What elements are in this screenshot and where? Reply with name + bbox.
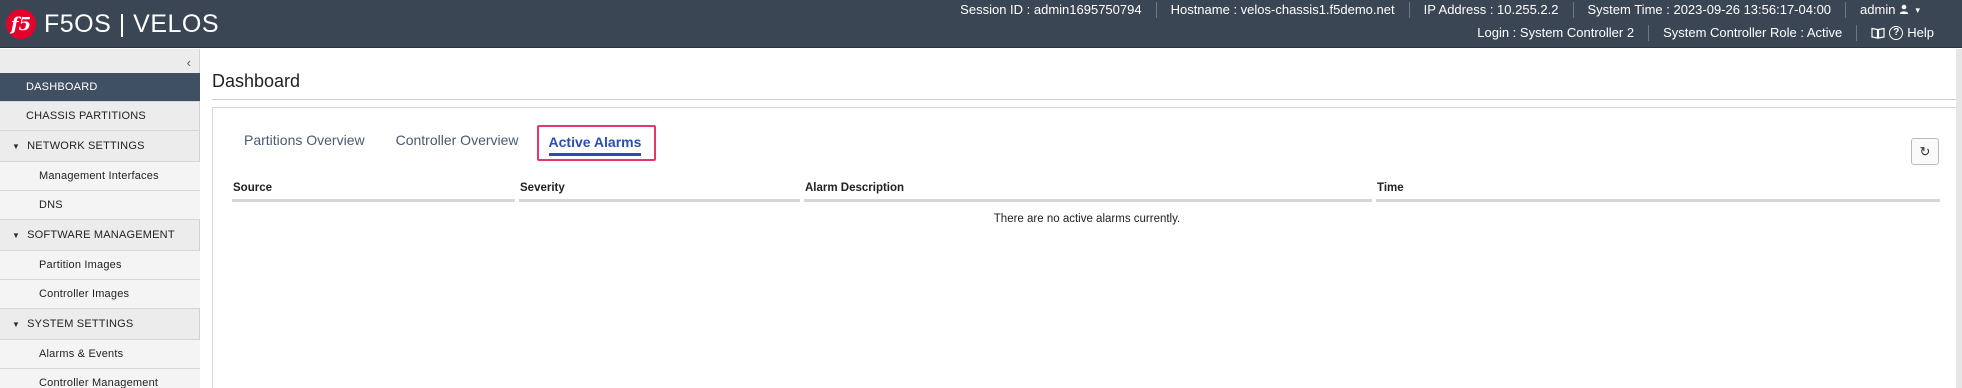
dashboard-tabs: Partitions Overview Controller Overview … bbox=[231, 125, 661, 164]
sidebar-item-controller-management[interactable]: Controller Management bbox=[0, 369, 200, 388]
sidebar-item-partition-images[interactable]: Partition Images bbox=[0, 251, 200, 280]
main-content: Dashboard Partitions Overview Controller… bbox=[201, 49, 1962, 388]
column-header-severity[interactable]: Severity bbox=[519, 181, 800, 202]
user-icon bbox=[1899, 2, 1909, 18]
documentation-button[interactable]: ? Help bbox=[1857, 25, 1948, 41]
column-header-alarm-description[interactable]: Alarm Description bbox=[804, 181, 1372, 202]
sidebar-item-label: Management Interfaces bbox=[39, 170, 159, 182]
column-header-source[interactable]: Source bbox=[232, 181, 515, 202]
caret-down-icon: ▼ bbox=[12, 319, 21, 329]
dashboard-card: Partitions Overview Controller Overview … bbox=[212, 107, 1957, 388]
tab-label: Active Alarms bbox=[548, 134, 642, 150]
title-divider bbox=[212, 99, 1957, 100]
system-time: System Time : 2023-09-26 13:56:17-04:00 bbox=[1574, 2, 1847, 18]
sidebar-item-alarms-events[interactable]: Alarms & Events bbox=[0, 340, 200, 369]
controller-role: System Controller Role : Active bbox=[1649, 25, 1858, 41]
sidebar-item-label: SYSTEM SETTINGS bbox=[27, 318, 134, 330]
help-icon: ? bbox=[1889, 26, 1904, 40]
tab-label: Partitions Overview bbox=[244, 132, 365, 148]
sidebar-item-label: Alarms & Events bbox=[39, 348, 124, 360]
page-title: Dashboard bbox=[212, 71, 301, 91]
hostname: Hostname : velos-chassis1.f5demo.net bbox=[1157, 2, 1410, 18]
sidebar-item-label: CHASSIS PARTITIONS bbox=[26, 110, 146, 122]
empty-table-message: There are no active alarms currently. bbox=[993, 213, 1181, 225]
sidebar: ‹ DASHBOARD CHASSIS PARTITIONS ▼ NETWORK … bbox=[0, 49, 200, 388]
column-header-time[interactable]: Time bbox=[1376, 181, 1940, 202]
sidebar-item-chassis-partitions[interactable]: CHASSIS PARTITIONS bbox=[0, 102, 200, 131]
brand[interactable]: f5 F5OS | VELOS bbox=[6, 9, 219, 39]
caret-down-icon: ▼ bbox=[12, 230, 21, 240]
tab-controller-overview[interactable]: Controller Overview bbox=[383, 128, 532, 164]
top-header: f5 F5OS | VELOS Session ID : admin169575… bbox=[0, 0, 1962, 48]
user-name: admin bbox=[1860, 2, 1896, 17]
refresh-button[interactable]: ↻ bbox=[1911, 138, 1939, 165]
user-menu[interactable]: admin ▾ bbox=[1846, 2, 1934, 18]
sidebar-item-dashboard[interactable]: DASHBOARD bbox=[0, 73, 200, 102]
alarms-table: Source Severity Alarm Description Time T… bbox=[232, 181, 1942, 225]
sidebar-item-label: SOFTWARE MANAGEMENT bbox=[27, 229, 175, 241]
f5-logo: f5 bbox=[6, 9, 36, 39]
tab-partitions-overview[interactable]: Partitions Overview bbox=[231, 128, 378, 164]
sidebar-nav: DASHBOARD CHASSIS PARTITIONS ▼ NETWORK SE… bbox=[0, 73, 200, 388]
active-tab-underline bbox=[548, 153, 642, 156]
header-info-row: Session ID : admin1695750794 Hostname : … bbox=[946, 2, 1934, 18]
sidebar-item-label: Partition Images bbox=[39, 259, 122, 271]
sidebar-item-label: DNS bbox=[39, 199, 63, 211]
table-header: Source Severity Alarm Description Time bbox=[232, 181, 1942, 202]
collapse-sidebar-icon[interactable]: ‹ bbox=[187, 55, 191, 70]
ip-address: IP Address : 10.255.2.2 bbox=[1410, 2, 1574, 18]
header-status-row: Login : System Controller 2 System Contr… bbox=[1463, 25, 1948, 41]
book-icon bbox=[1871, 27, 1885, 39]
tab-label: Controller Overview bbox=[395, 132, 519, 148]
sidebar-section-network-settings[interactable]: ▼ NETWORK SETTINGS bbox=[0, 131, 200, 162]
sidebar-item-controller-images[interactable]: Controller Images bbox=[0, 280, 200, 309]
sidebar-item-label: DASHBOARD bbox=[26, 81, 98, 93]
sidebar-item-management-interfaces[interactable]: Management Interfaces bbox=[0, 162, 200, 191]
page-scrollbar[interactable] bbox=[1956, 49, 1962, 388]
sidebar-item-label: Controller Management bbox=[39, 377, 159, 388]
refresh-icon: ↻ bbox=[1919, 143, 1931, 159]
sidebar-item-label: Controller Images bbox=[39, 288, 130, 300]
sidebar-section-system-settings[interactable]: ▼ SYSTEM SETTINGS bbox=[0, 309, 200, 340]
product-name: F5OS | VELOS bbox=[44, 9, 220, 38]
session-id: Session ID : admin1695750794 bbox=[946, 2, 1157, 18]
caret-down-icon: ▼ bbox=[12, 141, 21, 151]
help-label[interactable]: Help bbox=[1907, 25, 1934, 41]
chevron-down-icon: ▾ bbox=[1915, 5, 1920, 15]
sidebar-section-software-management[interactable]: ▼ SOFTWARE MANAGEMENT bbox=[0, 220, 200, 251]
tab-active-alarms[interactable]: Active Alarms bbox=[536, 125, 657, 161]
login-info: Login : System Controller 2 bbox=[1463, 25, 1650, 41]
sidebar-item-label: NETWORK SETTINGS bbox=[27, 140, 145, 152]
sidebar-item-dns[interactable]: DNS bbox=[0, 191, 200, 220]
